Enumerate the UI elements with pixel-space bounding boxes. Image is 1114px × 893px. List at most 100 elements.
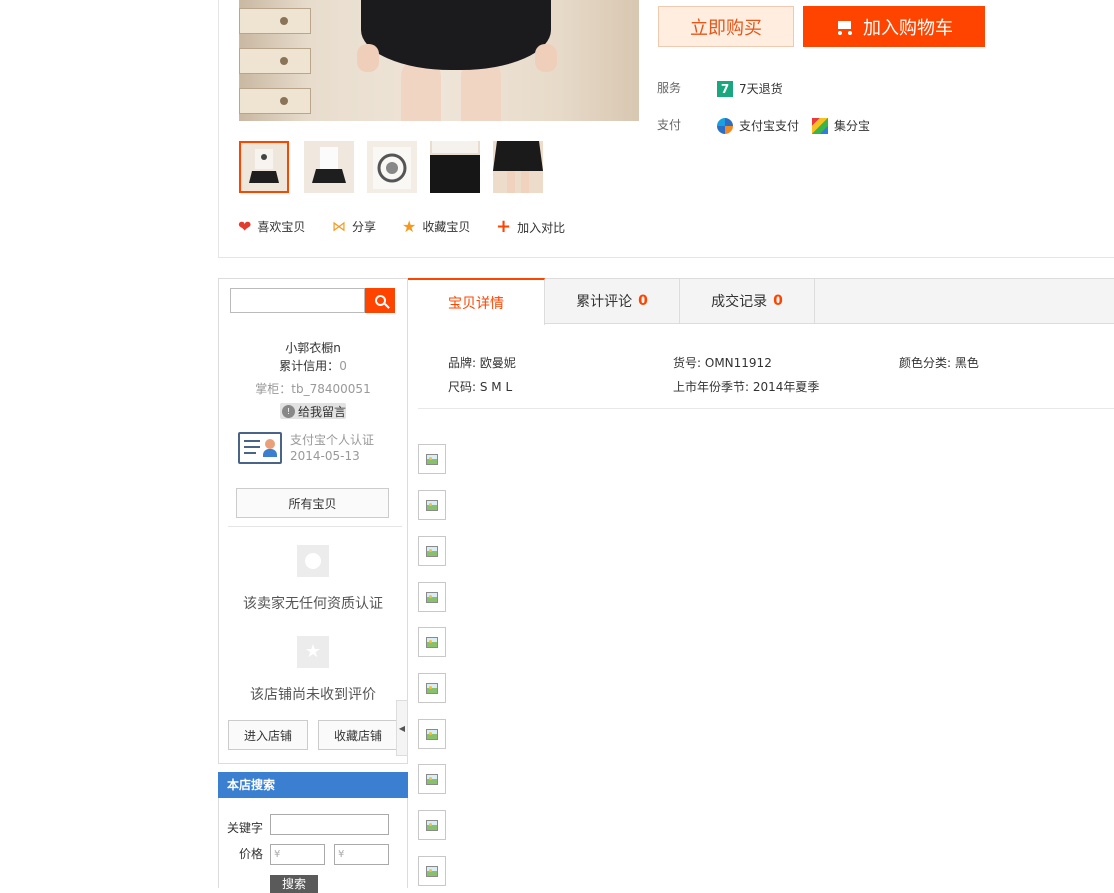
thumbnail-image [493,141,543,193]
tab-count: 0 [773,293,783,309]
cert-title: 支付宝个人认证 [290,433,375,447]
detail-image-placeholder [418,536,446,566]
payment-label: 支付 [657,118,682,132]
attr-size: 尺码: S M L [448,380,513,394]
star-icon: ★ [402,216,417,236]
all-items-button[interactable]: 所有宝贝 [236,488,389,518]
detail-image-placeholder [418,444,446,474]
divider [228,526,402,527]
tab-reviews[interactable]: 累计评论 0 [545,278,680,324]
thumbnail-1[interactable] [239,141,289,193]
price-min-input[interactable]: ¥ [270,844,325,865]
add-to-cart-button[interactable]: 加入购物车 [803,6,985,47]
attr-item-number: 货号: OMN11912 [673,356,772,370]
enter-shop-label: 进入店铺 [243,728,292,743]
tab-label: 成交记录 [711,294,768,310]
service-label: 服务 [657,81,682,95]
service-item[interactable]: 7 7天退货 [717,80,783,97]
model-hand [357,44,379,72]
jifenbao-icon [812,117,828,134]
id-card-icon [238,432,282,464]
attr-brand: 品牌: 欧曼妮 [448,356,516,370]
share-action[interactable]: ⋈ 分享 [332,218,376,235]
share-icon: ⋈ [332,218,346,235]
service-item-label: 7天退货 [739,82,783,96]
add-to-cart-label: 加入购物车 [863,17,953,39]
thumbnail-2[interactable] [304,141,354,193]
rating-star-icon: ★ [297,636,329,668]
credit-row: 累计信用：0 [218,357,408,374]
payment-alipay[interactable]: 支付宝支付 [717,117,799,134]
detail-image-placeholder [418,490,446,520]
model-hand [535,44,557,72]
keyword-input[interactable] [270,814,389,835]
payment-jifenbao[interactable]: 集分宝 [812,117,870,134]
broken-image-icon [426,453,438,465]
tab-transactions[interactable]: 成交记录 0 [680,278,815,324]
store-search-header: 本店搜索 [218,772,408,798]
store-search-submit[interactable]: 搜索 [270,875,318,893]
like-item-label: 喜欢宝贝 [257,220,306,234]
thumbnail-3[interactable] [367,141,417,193]
collapse-sidebar-handle[interactable]: ◀ [396,700,408,756]
background-drawer [239,8,311,34]
seven-day-return-icon: 7 [717,80,733,97]
compare-action[interactable]: + 加入对比 [496,218,565,236]
broken-image-icon [426,773,438,785]
search-icon [374,295,386,306]
tab-label: 宝贝详情 [448,295,504,312]
detail-image-placeholder [418,673,446,703]
qualification-icon [297,545,329,577]
wangwang-id[interactable]: 掌柜：tb_78400051 [218,380,408,397]
black-skirt [361,0,551,70]
keyword-label: 关键字 [227,821,264,835]
enter-shop-button[interactable]: 进入店铺 [228,720,308,750]
credit-value: 0 [339,359,347,373]
background-drawer [239,88,311,114]
background-drawer [239,48,311,74]
buy-now-label: 立即购买 [690,17,762,39]
leave-message-label: 给我留言 [298,404,347,419]
broken-image-icon [426,819,438,831]
broken-image-icon [426,545,438,557]
like-item-action[interactable]: ❤ 喜欢宝贝 [238,218,305,235]
favorite-item-action[interactable]: ★ 收藏宝贝 [402,218,470,235]
favorite-item-label: 收藏宝贝 [422,220,471,234]
price-max-input[interactable]: ¥ [334,844,389,865]
attr-season: 上市年份季节: 2014年夏季 [673,380,820,394]
cert-date: 2014-05-13 [290,449,360,463]
shop-search-button[interactable] [365,288,395,313]
detail-image-placeholder [418,719,446,749]
detail-image-placeholder [418,764,446,794]
alipay-icon [717,117,733,134]
main-product-image[interactable] [239,0,639,121]
cart-icon [835,19,853,35]
detail-image-placeholder [418,627,446,657]
tab-item-details[interactable]: 宝贝详情 [408,278,545,325]
triangle-left-icon: ◀ [398,723,406,733]
share-label: 分享 [352,220,377,234]
thumbnail-image [430,141,480,193]
buy-now-button[interactable]: 立即购买 [658,6,794,47]
favorite-shop-button[interactable]: 收藏店铺 [318,720,398,750]
no-qualification-text: 该卖家无任何资质认证 [243,596,383,612]
payment-jifenbao-label: 集分宝 [834,119,871,133]
price-label: 价格 [239,847,264,861]
thumbnail-image [241,143,287,191]
broken-image-icon [426,865,438,877]
all-items-label: 所有宝贝 [288,496,337,511]
thumbnail-5[interactable] [493,141,543,193]
shop-search-input[interactable] [230,288,365,313]
tab-label: 累计评论 [576,294,633,310]
favorite-shop-label: 收藏店铺 [333,728,382,743]
attributes-divider [418,408,1114,409]
message-icon: ! [282,404,295,418]
broken-image-icon [426,636,438,648]
broken-image-icon [426,499,438,511]
shop-name[interactable]: 小郭衣橱n [218,339,408,356]
detail-image-placeholder [418,810,446,840]
thumbnail-4[interactable] [430,141,480,193]
heart-icon: ❤ [238,216,252,236]
credit-label: 累计信用： [279,359,340,373]
leave-message-button[interactable]: ! 给我留言 [280,403,346,419]
